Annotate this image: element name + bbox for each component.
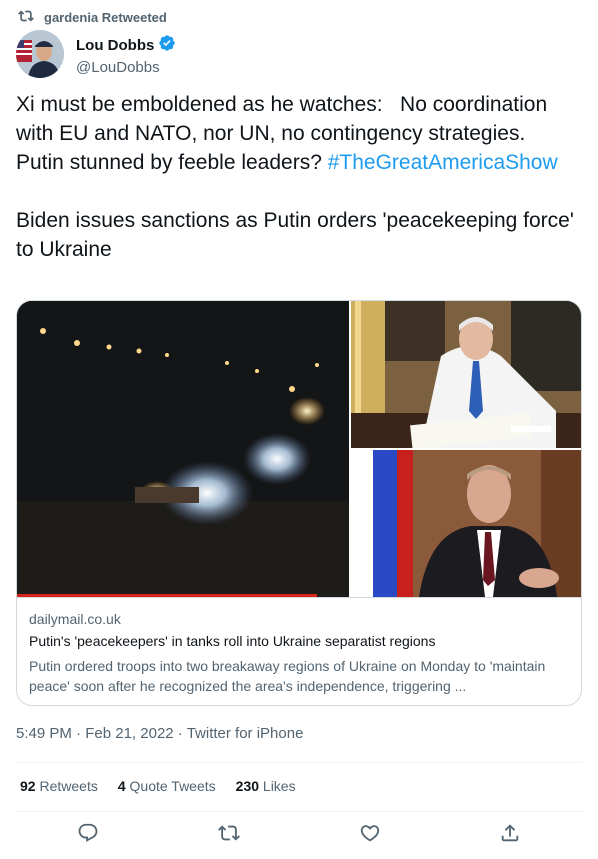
tweet-time[interactable]: 5:49 PM bbox=[16, 725, 72, 742]
retweeted-by-text[interactable]: gardenia Retweeted bbox=[44, 10, 167, 25]
retweets-stat[interactable]: 92 Retweets bbox=[20, 778, 98, 794]
retweet-small-icon bbox=[18, 8, 34, 27]
engagement-stats: 92 Retweets 4 Quote Tweets 230 Likes bbox=[20, 778, 296, 794]
tweet-source[interactable]: Twitter for iPhone bbox=[187, 725, 304, 742]
retweets-count: 92 bbox=[20, 778, 36, 794]
quote-tweets-stat[interactable]: 4 Quote Tweets bbox=[118, 778, 216, 794]
retweeted-by-banner[interactable]: gardenia Retweeted bbox=[18, 9, 167, 25]
likes-count: 230 bbox=[235, 778, 260, 794]
hashtag-link[interactable]: #TheGreatAmericaShow bbox=[328, 151, 558, 174]
night-convoy-image bbox=[17, 301, 349, 597]
retweets-label: Retweets bbox=[39, 778, 98, 794]
card-title[interactable]: Putin's 'peacekeepers' in tanks roll int… bbox=[29, 633, 435, 649]
share-icon[interactable] bbox=[499, 822, 521, 844]
likes-label: Likes bbox=[262, 778, 296, 794]
card-domain: dailymail.co.uk bbox=[29, 611, 121, 627]
tweet-author: Lou Dobbs @LouDobbs bbox=[16, 30, 176, 78]
quote-tweets-label: Quote Tweets bbox=[129, 778, 216, 794]
tweet-date[interactable]: Feb 21, 2022 bbox=[85, 725, 173, 742]
quote-tweets-count: 4 bbox=[117, 778, 126, 794]
tweet-text: Xi must be emboldened as he watches: No … bbox=[16, 90, 582, 264]
card-text[interactable]: dailymail.co.uk Putin's 'peacekeepers' i… bbox=[17, 597, 581, 705]
biden-signing-image bbox=[351, 301, 581, 448]
card-media[interactable] bbox=[17, 301, 581, 597]
meta-separator: · bbox=[71, 725, 86, 742]
divider bbox=[16, 762, 582, 763]
verified-badge-icon bbox=[158, 34, 176, 57]
display-name[interactable]: Lou Dobbs bbox=[76, 37, 154, 54]
reply-icon[interactable] bbox=[77, 822, 99, 844]
avatar[interactable] bbox=[16, 30, 64, 78]
retweet-icon[interactable] bbox=[218, 822, 240, 844]
link-card[interactable]: dailymail.co.uk Putin's 'peacekeepers' i… bbox=[16, 300, 582, 706]
likes-stat[interactable]: 230 Likes bbox=[236, 778, 296, 794]
card-description: Putin ordered troops into two breakaway … bbox=[29, 658, 546, 694]
putin-speech-image bbox=[351, 450, 581, 597]
user-handle[interactable]: @LouDobbs bbox=[76, 59, 176, 76]
action-bar bbox=[0, 822, 598, 848]
meta-separator: · bbox=[173, 725, 187, 742]
tweet-text-second: Biden issues sanctions as Putin orders '… bbox=[16, 209, 580, 261]
heart-icon[interactable] bbox=[359, 822, 381, 844]
divider bbox=[16, 811, 582, 812]
tweet-meta: 5:49 PM · Feb 21, 2022 · Twitter for iPh… bbox=[16, 725, 303, 742]
